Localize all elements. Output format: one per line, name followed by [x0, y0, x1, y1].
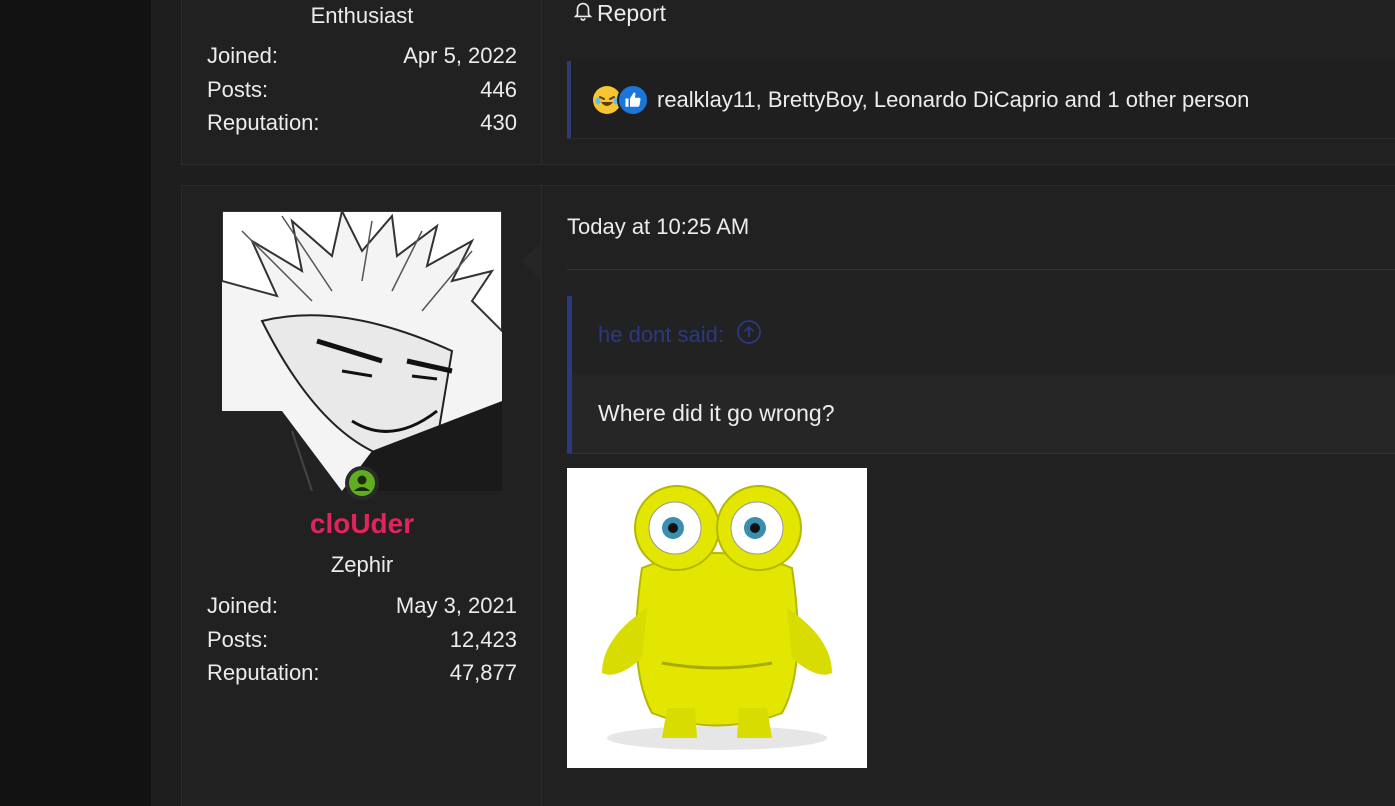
quote-block: he dont said: Where did it go wrong?	[567, 296, 1395, 453]
reactions-text[interactable]: realklay11, BrettyBoy, Leonardo DiCaprio…	[657, 87, 1249, 113]
stat-value: 47,877	[449, 660, 517, 685]
post-user-info: Enthusiast Joined: Apr 5, 2022 Posts: 44…	[182, 0, 542, 164]
post-message: Today at 10:25 AM he dont said: Where di…	[522, 186, 1395, 806]
reaction-emojis	[593, 83, 649, 116]
stat-value: Apr 5, 2022	[403, 43, 517, 68]
message-arrow	[522, 241, 542, 281]
stat-posts: Posts: 446	[207, 73, 517, 107]
quote-header[interactable]: he dont said:	[572, 296, 1395, 374]
stat-label: Joined:	[207, 593, 278, 618]
user-stats: Joined: May 3, 2021 Posts: 12,423 Reputa…	[207, 589, 517, 690]
stat-reputation: Reputation: 430	[207, 106, 517, 140]
stat-label: Reputation:	[207, 660, 320, 685]
avatar[interactable]	[222, 211, 502, 491]
user-stats: Joined: Apr 5, 2022 Posts: 446 Reputatio…	[207, 39, 517, 140]
quote-body: Where did it go wrong?	[572, 374, 1395, 453]
stat-posts: Posts: 12,423	[207, 623, 517, 657]
stat-label: Reputation:	[207, 110, 320, 135]
quote-author[interactable]: he dont said:	[598, 322, 724, 348]
post-current: cloUder Zephir Joined: May 3, 2021 Posts…	[181, 185, 1395, 806]
thread-content: Enthusiast Joined: Apr 5, 2022 Posts: 44…	[151, 0, 1395, 806]
stat-joined: Joined: Apr 5, 2022	[207, 39, 517, 73]
post-user-info: cloUder Zephir Joined: May 3, 2021 Posts…	[182, 186, 542, 806]
left-gutter	[0, 0, 151, 806]
arrow-up-circle-icon[interactable]	[736, 319, 762, 351]
user-title: Zephir	[330, 552, 394, 577]
avatar-wrap[interactable]	[222, 211, 502, 500]
user-title: Enthusiast	[310, 3, 414, 28]
online-status-icon	[345, 466, 379, 500]
post-message: Report realklay11, BrettyBoy, Leonardo D…	[542, 0, 1395, 164]
thumbs-up-icon	[617, 83, 649, 116]
post-timestamp[interactable]: Today at 10:25 AM	[567, 214, 749, 240]
divider	[567, 269, 1395, 270]
reactions-bar[interactable]: realklay11, BrettyBoy, Leonardo DiCaprio…	[567, 61, 1395, 139]
attached-image[interactable]	[567, 468, 867, 768]
stat-reputation: Reputation: 47,877	[207, 656, 517, 690]
stat-joined: Joined: May 3, 2021	[207, 589, 517, 623]
stat-label: Joined:	[207, 43, 278, 68]
stat-value: 430	[480, 110, 517, 135]
bell-icon	[572, 0, 594, 27]
stat-value: May 3, 2021	[395, 593, 517, 618]
stat-value: 446	[480, 76, 517, 102]
forum-page: Enthusiast Joined: Apr 5, 2022 Posts: 44…	[0, 0, 1395, 806]
report-label: Report	[597, 0, 667, 26]
post-previous: Enthusiast Joined: Apr 5, 2022 Posts: 44…	[181, 0, 1395, 165]
divider	[567, 453, 1395, 454]
stat-label: Posts:	[207, 626, 269, 652]
stat-value: 12,423	[449, 626, 517, 652]
stat-label: Posts:	[207, 76, 269, 102]
report-link[interactable]: Report	[572, 0, 666, 27]
username-link[interactable]: cloUder	[182, 508, 542, 540]
